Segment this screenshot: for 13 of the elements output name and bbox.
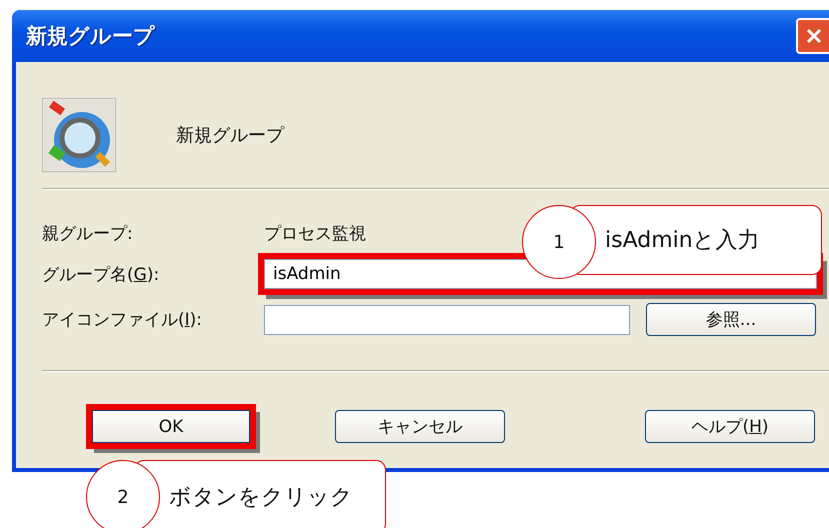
close-button[interactable] — [796, 18, 829, 54]
window-title: 新規グループ — [26, 23, 155, 50]
browse-button[interactable]: 参照... — [646, 303, 816, 336]
magnifier-icon — [42, 98, 116, 172]
input-field[interactable] — [264, 304, 630, 334]
field-label: アイコンファイル(I): — [42, 309, 202, 331]
close-icon — [804, 26, 824, 46]
field-label: グループ名(G): — [42, 264, 160, 286]
field-label: 親グループ: — [42, 223, 133, 245]
dialog-heading: 新規グループ — [176, 124, 284, 147]
field-value: プロセス監視 — [264, 223, 366, 245]
dialog-button[interactable]: ヘルプ(H) — [645, 410, 815, 443]
dialog-button[interactable]: キャンセル — [335, 410, 505, 443]
